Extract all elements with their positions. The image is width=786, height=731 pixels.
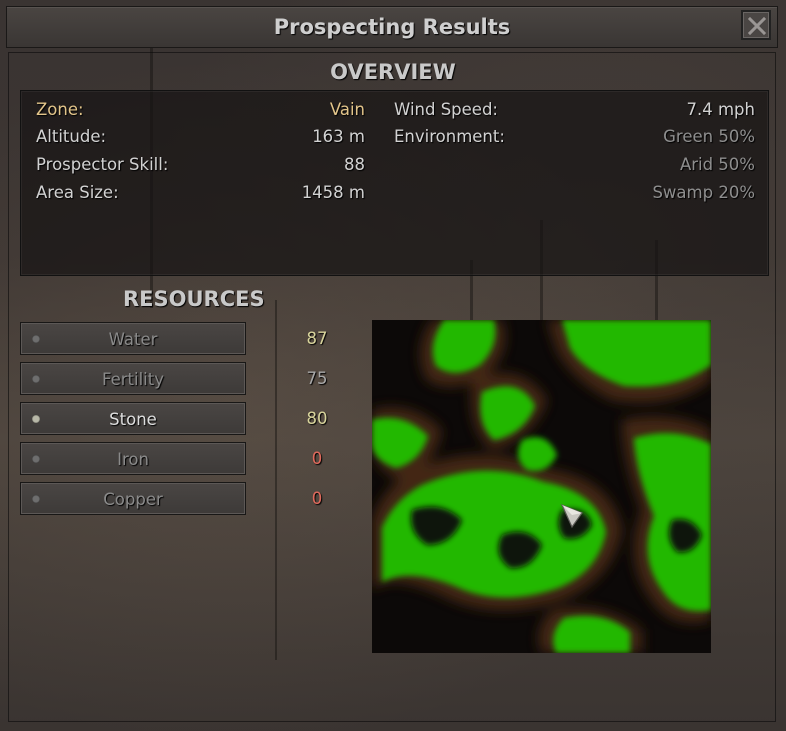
overview-heading: OVERVIEW <box>330 60 456 84</box>
heatmap-graphic <box>372 320 711 653</box>
environment-arid: Arid 50% <box>679 155 755 174</box>
area-size-value: 1458 m <box>301 183 365 202</box>
wind-speed-label: Wind Speed: <box>394 100 498 119</box>
resource-label: Water <box>108 330 158 349</box>
close-x-icon <box>747 16 767 36</box>
zone-label: Zone: <box>36 100 84 119</box>
area-size-label: Area Size: <box>36 183 119 202</box>
resource-value-copper: 0 <box>311 489 323 508</box>
resource-label: Copper <box>103 490 163 509</box>
resource-button-stone[interactable]: Stone <box>20 402 246 435</box>
altitude-value: 163 m <box>312 127 365 146</box>
environment-green: Green 50% <box>663 127 755 146</box>
resource-label: Stone <box>109 410 157 429</box>
resource-label: Fertility <box>102 370 164 389</box>
resource-label: Iron <box>117 450 149 469</box>
resource-button-iron[interactable]: Iron <box>20 442 246 475</box>
resource-button-fertility[interactable]: Fertility <box>20 362 246 395</box>
wind-speed-value: 7.4 mph <box>686 100 756 119</box>
title-bar[interactable]: Prospecting Results <box>6 6 778 48</box>
resource-button-water[interactable]: Water <box>20 322 246 355</box>
resource-value-stone: 80 <box>306 409 328 428</box>
window-title: Prospecting Results <box>273 15 511 39</box>
prospecting-window: Prospecting Results OVERVIEW Zone: Vain … <box>0 0 786 731</box>
prospector-skill-value: 88 <box>344 155 365 174</box>
resource-button-copper[interactable]: Copper <box>20 482 246 515</box>
altitude-label: Altitude: <box>36 127 107 146</box>
environment-swamp: Swamp 20% <box>652 183 755 202</box>
resources-heading: RESOURCES <box>123 287 265 311</box>
zone-value: Vain <box>329 100 365 119</box>
resource-value-fertility: 75 <box>306 369 328 388</box>
close-button[interactable] <box>741 10 771 40</box>
player-arrow-icon <box>560 503 583 529</box>
resource-value-iron: 0 <box>311 449 323 468</box>
environment-label: Environment: <box>394 127 505 146</box>
resource-heatmap[interactable] <box>372 320 711 653</box>
prospector-skill-label: Prospector Skill: <box>36 155 169 174</box>
resource-value-water: 87 <box>306 329 328 348</box>
